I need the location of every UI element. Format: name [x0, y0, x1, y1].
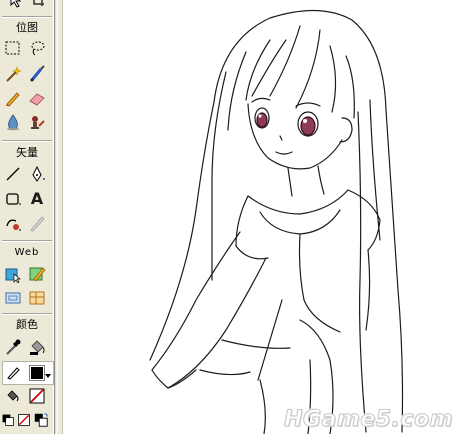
fill-color-icon[interactable]	[3, 386, 23, 406]
slice-icon[interactable]	[27, 264, 47, 284]
no-stroke-icon[interactable]	[27, 386, 47, 406]
drawing-canvas[interactable]: HGame5.com	[64, 0, 461, 434]
toolbox-panel: 位图 矢量 A Web 颜色	[0, 0, 55, 434]
hide-slices-icon[interactable]	[3, 288, 23, 308]
crop-icon[interactable]	[28, 0, 48, 10]
section-label-web: Web	[14, 247, 40, 258]
lasso-icon[interactable]	[27, 38, 47, 58]
chevron-down-icon[interactable]	[45, 374, 51, 378]
pencil-icon[interactable]	[3, 88, 23, 108]
rectangle-icon[interactable]	[3, 189, 23, 209]
eyedropper-icon[interactable]	[3, 337, 23, 357]
stroke-fill-row	[2, 361, 54, 385]
blur-icon[interactable]	[3, 112, 23, 132]
divider	[2, 16, 52, 18]
pen-icon[interactable]	[27, 164, 47, 184]
no-color-icon[interactable]	[17, 410, 31, 430]
magic-wand-icon[interactable]	[3, 64, 23, 84]
brush-icon[interactable]	[27, 64, 47, 84]
knife-icon[interactable]	[27, 213, 47, 233]
freeform-icon[interactable]	[3, 213, 23, 233]
stroke-color-icon[interactable]	[4, 362, 24, 382]
watermark-text: HGame5.com	[284, 407, 453, 433]
stroke-color-swatch[interactable]	[29, 365, 45, 381]
panel-splitter[interactable]	[55, 0, 63, 434]
hotspot-icon[interactable]	[3, 264, 23, 284]
section-label-vector: 矢量	[16, 146, 38, 159]
sketch-drawing	[149, 9, 404, 434]
text-icon[interactable]: A	[27, 189, 47, 209]
section-label-bitmap: 位图	[16, 21, 38, 34]
divider	[2, 140, 52, 142]
paint-bucket-icon[interactable]	[27, 337, 47, 357]
show-slices-icon[interactable]	[27, 288, 47, 308]
swap-colors-icon[interactable]	[33, 410, 49, 430]
subselect-icon[interactable]	[6, 0, 26, 10]
divider	[2, 240, 52, 242]
default-colors-icon[interactable]	[1, 410, 15, 430]
divider	[2, 313, 52, 315]
select-icon[interactable]	[3, 38, 23, 58]
section-label-colors: 颜色	[16, 318, 38, 331]
line-icon[interactable]	[3, 164, 23, 184]
eraser-icon[interactable]	[27, 88, 47, 108]
rubber-stamp-icon[interactable]	[27, 112, 47, 132]
